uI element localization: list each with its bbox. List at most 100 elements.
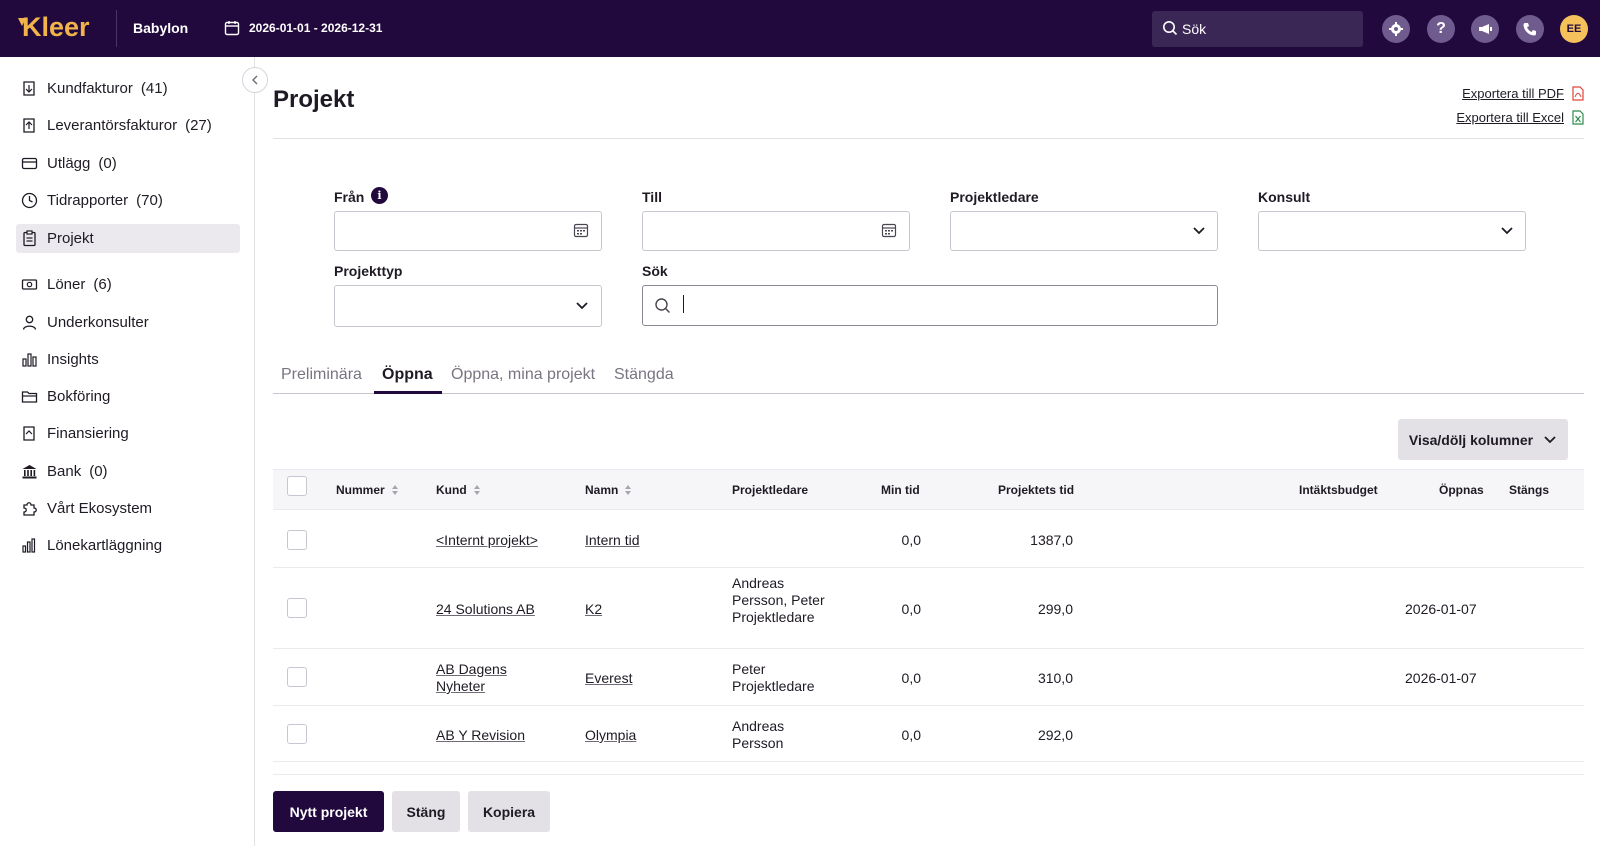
row-customer-link[interactable]: 24 Solutions AB <box>436 601 535 618</box>
row-divider <box>273 567 1584 568</box>
sidebar-item-label: Underkonsulter <box>47 314 149 331</box>
row-name-link[interactable]: Olympia <box>585 727 636 744</box>
row-customer-link[interactable]: AB Dagens Nyheter <box>436 661 516 695</box>
column-customer[interactable]: Kund <box>436 483 481 497</box>
row-name-link[interactable]: Intern tid <box>585 532 639 549</box>
tab-open-my-projects[interactable]: Öppna, mina projekt <box>451 366 595 384</box>
sidebar-item-vart-ekosystem[interactable]: Vårt Ekosystem <box>16 494 240 523</box>
sidebar-item-bokforing[interactable]: Bokföring <box>16 382 240 411</box>
gear-icon <box>1389 22 1403 36</box>
column-name-label: Namn <box>585 483 619 497</box>
column-opens: Öppnas <box>1439 483 1484 497</box>
export-pdf-link[interactable]: Exportera till PDF <box>1462 86 1584 101</box>
page-title: Projekt <box>273 86 355 113</box>
sidebar-item-label: Finansiering <box>47 425 129 442</box>
export-excel-link[interactable]: Exportera till Excel <box>1456 110 1584 125</box>
sidebar-item-tidrapporter[interactable]: Tidrapporter (70) <box>16 186 240 215</box>
column-name[interactable]: Namn <box>585 483 632 497</box>
row-manager: Andreas Persson, Peter Projektledare <box>732 575 825 625</box>
search-icon <box>655 298 670 313</box>
tab-open[interactable]: Öppna <box>382 366 433 384</box>
calendar-icon[interactable] <box>881 222 897 238</box>
active-tab-indicator <box>374 391 442 394</box>
sidebar-item-label: Bank <box>47 463 82 480</box>
search-label: Sök <box>642 263 668 279</box>
select-all-checkbox[interactable] <box>287 476 307 496</box>
to-label: Till <box>642 189 662 205</box>
sidebar-item-count: (0) <box>89 463 108 480</box>
fiscal-period[interactable]: 2026-01-01 - 2026-12-31 <box>249 21 382 35</box>
global-search-input[interactable] <box>1182 19 1352 39</box>
chevron-down-icon <box>1544 435 1556 443</box>
row-checkbox[interactable] <box>287 598 307 618</box>
row-my-time: 0,0 <box>901 670 921 686</box>
sidebar-item-insights[interactable]: Insights <box>16 345 240 374</box>
consultant-select[interactable] <box>1258 211 1526 251</box>
sidebar-item-lonekartlaggning[interactable]: Lönekartläggning <box>16 531 240 560</box>
announcements-button[interactable] <box>1471 15 1499 43</box>
person-icon <box>20 314 38 332</box>
chevron-down-icon <box>1193 227 1205 235</box>
row-name-link[interactable]: Everest <box>585 670 632 687</box>
column-number[interactable]: Nummer <box>336 483 399 497</box>
new-project-button[interactable]: Nytt projekt <box>273 791 384 832</box>
row-divider <box>273 761 1584 762</box>
help-button[interactable]: ? <box>1427 15 1455 43</box>
sidebar-item-finansiering[interactable]: Finansiering <box>16 419 240 448</box>
sidebar-item-count: (41) <box>140 80 168 97</box>
project-search-input[interactable] <box>642 285 1218 326</box>
excel-file-icon <box>1572 110 1584 125</box>
calendar-icon[interactable] <box>573 222 589 238</box>
tab-closed[interactable]: Stängda <box>614 366 674 384</box>
sidebar-item-label: Vårt Ekosystem <box>47 500 153 517</box>
kleer-logo[interactable]: Kleer <box>16 12 106 44</box>
company-name[interactable]: Babylon <box>133 20 188 36</box>
row-project-time: 299,0 <box>1037 601 1073 617</box>
sidebar-item-label: Kundfakturor <box>47 80 133 97</box>
bar-chart-icon <box>20 351 38 369</box>
consultant-label: Konsult <box>1258 189 1311 205</box>
row-my-time: 0,0 <box>901 601 921 617</box>
row-opens: 2026-01-07 <box>1405 670 1477 686</box>
sidebar-item-label: Tidrapporter <box>47 192 129 209</box>
project-type-select[interactable] <box>334 285 602 327</box>
sidebar-item-label: Projekt <box>47 230 94 247</box>
row-opens: 2026-01-07 <box>1405 601 1477 617</box>
sidebar-item-leverantorsfakturor[interactable]: Leverantörsfakturor (27) <box>16 111 240 140</box>
sidebar-item-underkonsulter[interactable]: Underkonsulter <box>16 308 240 337</box>
project-type-label: Projekttyp <box>334 263 403 279</box>
info-icon[interactable]: i <box>371 187 388 204</box>
sidebar-item-projekt[interactable]: Projekt <box>16 224 240 253</box>
row-checkbox[interactable] <box>287 724 307 744</box>
global-search[interactable] <box>1152 11 1363 47</box>
sidebar-item-loner[interactable]: Löner (6) <box>16 270 240 299</box>
column-my-time-label: Min tid <box>881 483 920 497</box>
tab-preliminary[interactable]: Preliminära <box>281 366 362 384</box>
money-icon <box>20 276 38 294</box>
column-project-time: Projektets tid <box>998 483 1074 497</box>
collapse-sidebar-button[interactable] <box>242 67 268 93</box>
sort-icon <box>625 485 632 495</box>
project-manager-select[interactable] <box>950 211 1218 251</box>
row-customer-link[interactable]: AB Y Revision <box>436 727 525 744</box>
column-manager-label: Projektledare <box>732 483 809 497</box>
toggle-columns-button[interactable]: Visa/dölj kolumner <box>1398 419 1568 460</box>
user-avatar[interactable]: EE <box>1560 15 1588 43</box>
sidebar-item-bank[interactable]: Bank (0) <box>16 457 240 486</box>
row-project-time: 1387,0 <box>1030 532 1073 548</box>
to-date-input[interactable] <box>642 211 910 251</box>
row-checkbox[interactable] <box>287 530 307 550</box>
sidebar-item-utlagg[interactable]: Utlägg (0) <box>16 149 240 178</box>
chevron-left-icon <box>252 75 258 85</box>
column-revenue-budget-label: Intäktsbudget <box>1299 483 1378 497</box>
row-name-link[interactable]: K2 <box>585 601 602 618</box>
row-customer-link[interactable]: <Internt projekt> <box>436 532 538 549</box>
close-project-button[interactable]: Stäng <box>392 791 460 832</box>
phone-button[interactable] <box>1516 15 1544 43</box>
column-opens-label: Öppnas <box>1439 483 1484 497</box>
sidebar-item-kundfakturor[interactable]: Kundfakturor (41) <box>16 74 240 103</box>
row-checkbox[interactable] <box>287 667 307 687</box>
settings-button[interactable] <box>1382 15 1410 43</box>
copy-project-button[interactable]: Kopiera <box>468 791 550 832</box>
from-date-input[interactable] <box>334 211 602 251</box>
